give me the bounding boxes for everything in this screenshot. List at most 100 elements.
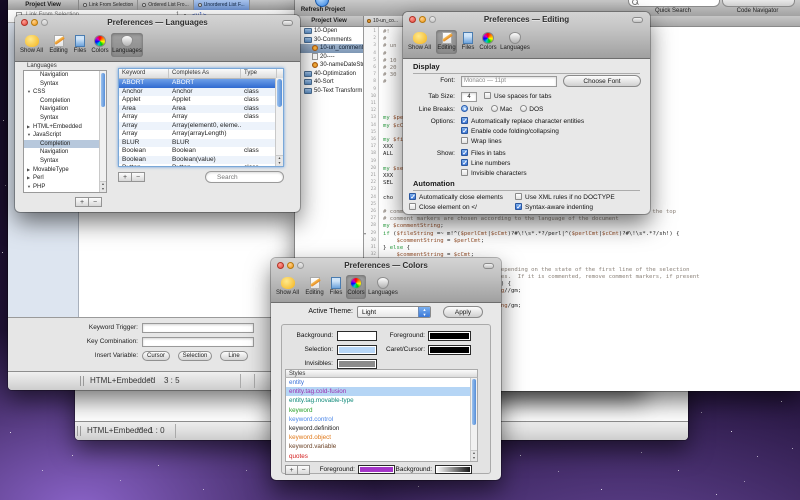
remove-button[interactable]: − (297, 465, 310, 475)
style-item-entity-tag-cold-fusion[interactable]: entity.tag.cold-fusion (286, 387, 477, 396)
option-automatically-replace-character-entities[interactable]: Automatically replace character entities (461, 117, 584, 127)
language-popup[interactable]: HTML+Embedded (87, 426, 152, 435)
refresh-project-icon[interactable] (315, 0, 329, 7)
table-row[interactable]: ABORTABORT (119, 79, 283, 88)
checkbox[interactable] (515, 193, 522, 200)
tab-ordered-list-fro[interactable]: Ordered List Fro... (138, 0, 194, 10)
style-item-keyword[interactable]: keyword (286, 406, 477, 415)
languages-list[interactable]: NavigationSyntax▼CSSCompletionNavigation… (23, 70, 107, 193)
column-header-keyword[interactable]: Keyword (119, 69, 169, 78)
checkbox[interactable] (461, 137, 468, 144)
toolbar-toggle-pill[interactable] (632, 17, 643, 23)
toolbar-item-languages[interactable]: Languages (111, 33, 143, 57)
remove-button[interactable]: − (131, 172, 145, 182)
sidebar-item-javascript[interactable]: ▼JavaScript (24, 131, 106, 140)
style-background-well[interactable] (435, 465, 472, 474)
add-button[interactable]: + (75, 197, 89, 207)
checkbox[interactable] (484, 92, 491, 99)
tab-unordered-list-f[interactable]: Unordered List F... (194, 0, 250, 10)
drag-grip-icon[interactable] (77, 426, 83, 436)
toolbar-item-colors[interactable]: Colors (478, 30, 498, 54)
sidebar-item-navigation[interactable]: Navigation (24, 71, 106, 80)
language-popup[interactable]: HTML+Embedded (90, 376, 155, 385)
checkbox[interactable] (461, 159, 468, 166)
add-button[interactable]: + (118, 172, 132, 182)
column-header-type[interactable]: Type (241, 69, 277, 78)
close-button[interactable] (409, 16, 416, 23)
disclosure-icon[interactable]: ▼ (27, 88, 32, 97)
scrollbar-arrows[interactable]: ▲▼ (471, 450, 477, 461)
sidebar-item-perl[interactable]: ▶Perl (24, 174, 106, 183)
stepper-icon[interactable]: ▴▾ (137, 426, 142, 432)
tree-item-30-comments[interactable]: ▼30-Comments (295, 36, 363, 45)
checkbox[interactable] (461, 169, 468, 176)
toolbar-item-show-all[interactable]: Show All (405, 30, 434, 54)
scrollbar-thumb[interactable] (472, 379, 476, 425)
style-item-entity[interactable]: entity (286, 378, 477, 387)
tab-size-input[interactable]: 4 (461, 92, 477, 102)
style-item-keyword-variable[interactable]: keyword.variable (286, 442, 477, 451)
sidebar-item-syntax[interactable]: Syntax (24, 80, 106, 89)
option-files-in-tabs[interactable]: Files in tabs (461, 149, 527, 159)
toolbar-item-editing[interactable]: Editing (436, 30, 457, 54)
radio-unix[interactable] (461, 105, 468, 112)
disclosure-icon[interactable]: ▶ (27, 166, 32, 175)
minimize-button[interactable] (287, 262, 294, 269)
scrollbar-thumb[interactable] (277, 79, 282, 107)
zoom-button[interactable] (297, 262, 304, 269)
table-row[interactable]: ArrayArray(arrayLength) (119, 130, 283, 139)
style-item-quotes[interactable]: quotes (286, 452, 477, 461)
checkbox[interactable] (461, 127, 468, 134)
cursor-button[interactable]: Cursor (142, 351, 170, 361)
disclosure-icon[interactable]: ▶ (27, 123, 32, 132)
option-invisible-characters[interactable]: Invisible characters (461, 169, 527, 179)
tree-item-10-open[interactable]: ▶10-Open (295, 27, 363, 36)
style-item-keyword-definition[interactable]: keyword.definition (286, 424, 477, 433)
option-wrap-lines[interactable]: Wrap lines (461, 137, 584, 147)
style-item-entity-tag-movable-type[interactable]: entity.tag.movable-type (286, 396, 477, 405)
table-row[interactable]: AppletAppletclass (119, 96, 283, 105)
table-row[interactable]: ButtonButtonclass (119, 164, 283, 167)
scrollbar[interactable]: ▲▼ (275, 78, 283, 166)
toolbar-item-show-all[interactable]: Show All (273, 275, 302, 299)
key-combination-input[interactable] (142, 337, 254, 347)
selection-button[interactable]: Selection (178, 351, 212, 361)
use-spaces-option[interactable]: Use spaces for tabs (484, 92, 551, 102)
scrollbar[interactable]: ▲▼ (99, 71, 106, 192)
completions-table[interactable]: KeywordCompletes AsTypeABORTABORTAnchorA… (118, 68, 284, 167)
sidebar-item-movabletype[interactable]: ▶MovableType (24, 166, 106, 175)
tree-item-40-sort[interactable]: ▶40-Sort (295, 78, 363, 87)
option-enable-code-folding-collapsing[interactable]: Enable code folding/collapsing (461, 127, 584, 137)
minimize-button[interactable] (31, 19, 38, 26)
zoom-button[interactable] (429, 16, 436, 23)
scrollbar[interactable]: ▲▼ (470, 378, 477, 461)
toolbar-item-colors[interactable]: Colors (90, 33, 110, 57)
disclosure-icon[interactable]: ▼ (27, 131, 32, 140)
quick-search-input[interactable] (628, 0, 720, 7)
table-row[interactable]: ArrayArray(element0, eleme... (119, 122, 283, 131)
table-row[interactable]: BooleanBoolean(value) (119, 156, 283, 165)
minimize-button[interactable] (419, 16, 426, 23)
search-input[interactable] (205, 171, 284, 183)
option-close-element-on[interactable]: Close element on </ (409, 203, 503, 213)
table-row[interactable]: BLURBLUR (119, 139, 283, 148)
style-item-keyword-control[interactable]: keyword.control (286, 415, 477, 424)
scrollbar-thumb[interactable] (101, 73, 105, 107)
stepper-icon[interactable]: ▴▾ (148, 376, 153, 382)
toolbar-item-files[interactable]: Files (326, 275, 346, 299)
checkbox[interactable] (409, 193, 416, 200)
table-row[interactable]: AnchorAnchorclass (119, 88, 283, 97)
option-automatically-close-elements[interactable]: Automatically close elements (409, 193, 503, 203)
tree-item-10-un-comment[interactable]: 10-un_comment (295, 44, 363, 53)
toolbar-item-show-all[interactable]: Show All (17, 33, 46, 57)
title-bar[interactable]: Preferences — Colors Show AllEditingFile… (271, 258, 501, 303)
sidebar-item-syntax[interactable]: Syntax (24, 157, 106, 166)
toolbar-item-languages[interactable]: Languages (367, 275, 399, 299)
toolbar-item-languages[interactable]: Languages (499, 30, 531, 54)
toolbar-item-files[interactable]: Files (70, 33, 90, 57)
scrollbar-arrows[interactable]: ▲▼ (276, 155, 283, 166)
checkbox[interactable] (461, 117, 468, 124)
radio-mac[interactable] (491, 105, 498, 112)
zoom-button[interactable] (41, 19, 48, 26)
sidebar-item-completion[interactable]: Completion (24, 97, 106, 106)
